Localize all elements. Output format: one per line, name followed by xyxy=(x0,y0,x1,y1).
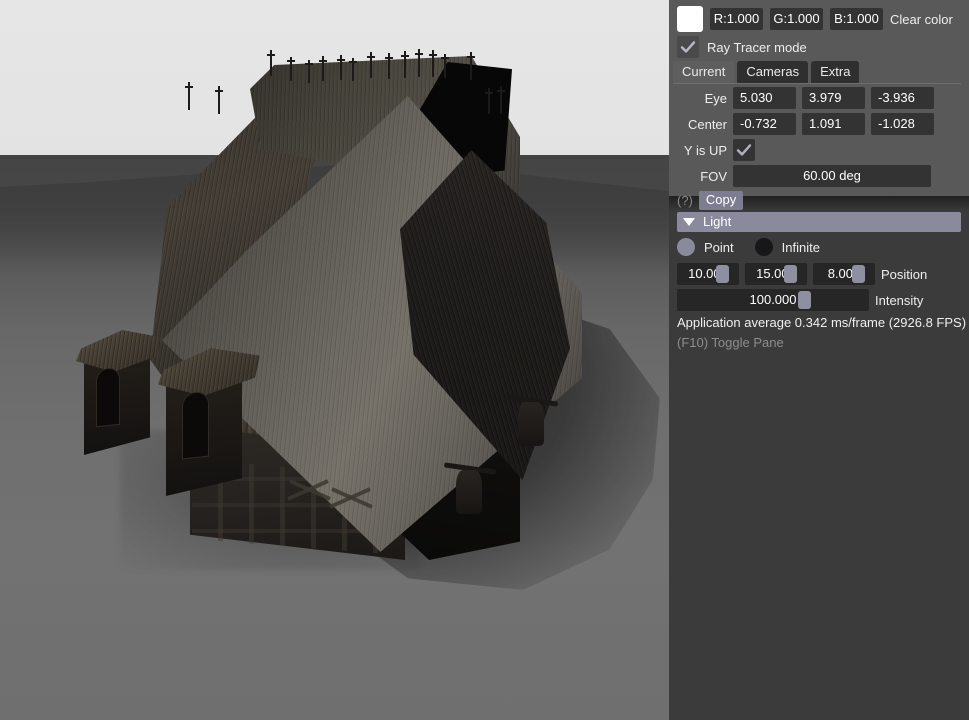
tab-extra[interactable]: Extra xyxy=(811,61,860,83)
camera-y-is-up-row[interactable]: Y is UP xyxy=(677,139,755,161)
camera-fov-slider[interactable]: 60.00 deg xyxy=(733,165,931,187)
camera-eye-z-field[interactable]: -3.936 xyxy=(871,87,934,109)
roof-finial-3 xyxy=(305,60,313,83)
checkmark-icon xyxy=(736,144,752,156)
roof-finial-7 xyxy=(367,52,375,78)
light-intensity-label: Intensity xyxy=(875,292,924,308)
roof-finial-17 xyxy=(485,88,493,114)
clear-color-b-field[interactable]: B:1.000 xyxy=(830,8,883,30)
light-position-z-slider[interactable]: 8.000 xyxy=(813,263,875,285)
roof-finial-14 xyxy=(497,86,505,114)
copy-button[interactable]: Copy xyxy=(698,191,744,210)
camera-tab-bar[interactable]: Current Cameras Extra xyxy=(673,61,860,83)
dormer-one-window xyxy=(96,366,120,428)
roof-finial-6 xyxy=(349,58,357,81)
camera-eye-x-field[interactable]: 5.030 xyxy=(733,87,796,109)
camera-y-is-up-checkbox[interactable] xyxy=(733,139,755,161)
camera-center-row: Center -0.732 1.091 -1.028 xyxy=(677,113,934,135)
light-intensity-slider[interactable]: 100.000 xyxy=(677,289,869,311)
roof-finial-4 xyxy=(319,56,327,81)
light-position-z-value: 8.000 xyxy=(827,266,861,281)
tab-current[interactable]: Current xyxy=(673,61,735,83)
camera-y-is-up-label: Y is UP xyxy=(683,142,727,158)
clear-color-label: Clear color xyxy=(890,11,953,27)
camera-center-label: Center xyxy=(687,116,727,132)
camera-eye-row: Eye 5.030 3.979 -3.936 xyxy=(677,87,934,109)
light-position-label: Position xyxy=(881,266,928,282)
clear-color-swatch[interactable] xyxy=(677,6,703,32)
light-type-infinite-radio[interactable] xyxy=(754,238,773,256)
camera-center-z-field[interactable]: -1.028 xyxy=(871,113,934,135)
roof-finial-10 xyxy=(415,49,423,77)
camera-fov-row: FOV 60.00 deg xyxy=(677,165,931,187)
tab-cameras[interactable]: Cameras xyxy=(737,61,809,83)
roof-finial-12 xyxy=(441,54,449,78)
camera-eye-label: Eye xyxy=(704,90,727,106)
clear-color-row: R:1.000 G:1.000 B:1.000 Clear color xyxy=(677,6,953,32)
copy-row: (?) Copy xyxy=(677,191,744,210)
light-section-header[interactable]: Light xyxy=(677,212,961,232)
light-type-row[interactable]: Point Infinite xyxy=(677,238,820,256)
light-intensity-grab[interactable] xyxy=(798,291,811,309)
fps-status-text: Application average 0.342 ms/frame (2926… xyxy=(677,315,967,330)
camera-center-x-field[interactable]: -0.732 xyxy=(733,113,796,135)
light-type-infinite-label: Infinite xyxy=(781,239,820,255)
application-window: R:1.000 G:1.000 B:1.000 Clear color Ray … xyxy=(0,0,969,720)
roof-finial-9 xyxy=(401,51,409,78)
roof-finial-1 xyxy=(267,50,275,76)
light-position-x-grab[interactable] xyxy=(716,265,729,283)
roof-finial-16 xyxy=(215,86,223,114)
imgui-control-panel: R:1.000 G:1.000 B:1.000 Clear color Ray … xyxy=(669,0,969,720)
roof-finial-8 xyxy=(385,53,393,79)
camera-center-y-field[interactable]: 1.091 xyxy=(802,113,865,135)
roof-finial-11 xyxy=(429,50,437,77)
dormer-two-window xyxy=(182,390,209,460)
tab-underline xyxy=(673,83,961,84)
light-position-x-slider[interactable]: 10.000 xyxy=(677,263,739,285)
3d-raytracer-viewport[interactable] xyxy=(0,0,669,720)
hanging-sack-upper xyxy=(518,402,544,446)
hanging-sack-lower xyxy=(456,470,482,514)
chevron-down-icon xyxy=(683,218,695,226)
light-type-point-label: Point xyxy=(704,239,734,255)
light-position-row: 10.000 15.000 8.000 Position xyxy=(677,263,927,285)
roof-finial-5 xyxy=(337,55,345,80)
light-position-z-grab[interactable] xyxy=(852,265,865,283)
roof-finial-2 xyxy=(287,57,295,81)
light-intensity-row: 100.000 Intensity xyxy=(677,289,923,311)
clear-color-g-field[interactable]: G:1.000 xyxy=(770,8,823,30)
roof-finial-13 xyxy=(467,52,475,80)
camera-eye-y-field[interactable]: 3.979 xyxy=(802,87,865,109)
roof-finial-15 xyxy=(185,82,193,110)
light-position-y-value: 15.000 xyxy=(756,266,796,281)
light-intensity-value: 100.000 xyxy=(749,292,797,307)
clear-color-r-field[interactable]: R:1.000 xyxy=(710,8,763,30)
light-position-y-grab[interactable] xyxy=(784,265,797,283)
toggle-pane-hint: (F10) Toggle Pane xyxy=(677,335,784,350)
checkmark-icon xyxy=(680,41,696,53)
camera-fov-label: FOV xyxy=(700,168,727,184)
light-position-y-slider[interactable]: 15.000 xyxy=(745,263,807,285)
ray-tracer-mode-row[interactable]: Ray Tracer mode xyxy=(677,36,807,58)
light-type-point-radio[interactable] xyxy=(677,238,695,256)
help-marker[interactable]: (?) xyxy=(677,193,693,208)
ray-tracer-mode-checkbox[interactable] xyxy=(677,36,699,58)
light-section-title: Light xyxy=(703,214,732,229)
light-position-x-value: 10.000 xyxy=(688,266,728,281)
ray-tracer-mode-label: Ray Tracer mode xyxy=(707,39,807,55)
